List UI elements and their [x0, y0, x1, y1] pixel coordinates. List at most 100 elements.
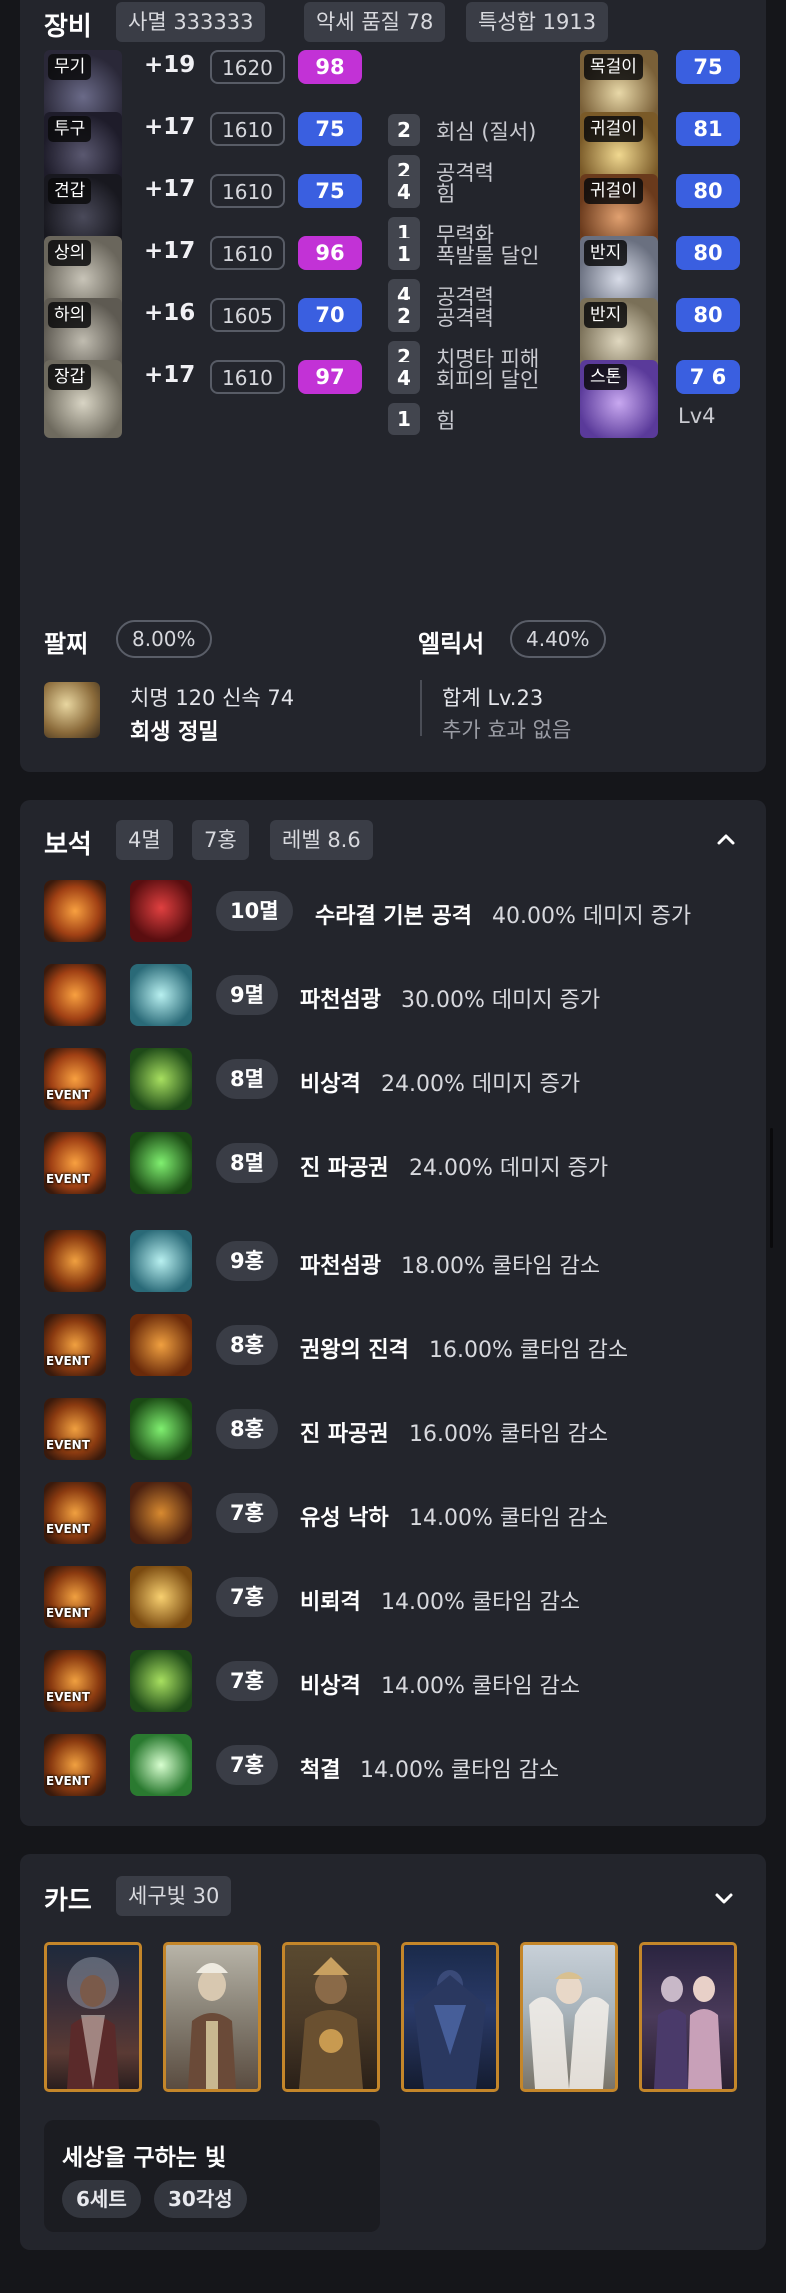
- gem-level: 7홍: [216, 1745, 278, 1785]
- summary-chip: 악세 품질 78: [304, 2, 446, 42]
- chevron-up-icon[interactable]: [708, 822, 744, 858]
- card-image[interactable]: [282, 1942, 380, 2092]
- gem-icon[interactable]: EVENT: [44, 1482, 106, 1544]
- bracelet-title: 팔찌: [44, 630, 89, 658]
- event-label: EVENT: [46, 1354, 90, 1368]
- gem-icon[interactable]: EVENT: [44, 1734, 106, 1796]
- gem-summary-chip: 7홍: [192, 820, 249, 860]
- effect-name: 힘: [436, 182, 456, 206]
- card-image[interactable]: [401, 1942, 499, 2092]
- gem-skill-name: 파천섬광: [300, 988, 381, 1013]
- gem-summary-chip: 레벨 8.6: [270, 820, 373, 860]
- item-level: 1610: [210, 236, 285, 270]
- effect-name: 힘: [436, 409, 456, 433]
- gem-icon[interactable]: [44, 964, 106, 1026]
- quality-badge: 80: [676, 236, 740, 270]
- skill-icon[interactable]: [130, 1566, 192, 1628]
- skill-icon[interactable]: [130, 1048, 192, 1110]
- gem-icon[interactable]: EVENT: [44, 1048, 106, 1110]
- summary-chip: 사멸 333333: [116, 2, 266, 42]
- gem-icon[interactable]: EVENT: [44, 1398, 106, 1460]
- event-label: EVENT: [46, 1690, 90, 1704]
- quality-badge: 98: [298, 50, 362, 84]
- gem-icon[interactable]: EVENT: [44, 1314, 106, 1376]
- chevron-down-icon[interactable]: [706, 1880, 742, 1916]
- accessory-icon[interactable]: 스톤: [580, 360, 658, 438]
- divider: [420, 680, 422, 736]
- cards-title: 카드: [44, 1886, 92, 1916]
- skill-icon[interactable]: [130, 1482, 192, 1544]
- honing-level: +19: [144, 52, 196, 78]
- skill-icon[interactable]: [130, 1734, 192, 1796]
- quality-badge: 75: [676, 50, 740, 84]
- skill-icon[interactable]: [130, 1132, 192, 1194]
- card-image[interactable]: [520, 1942, 618, 2092]
- gem-effect: 40.00% 데미지 증가: [492, 904, 692, 929]
- card-set-name: 세상을 구하는 빛: [62, 2145, 227, 2171]
- scrollbar[interactable]: [770, 1128, 773, 1248]
- honing-level: +17: [144, 238, 196, 264]
- gem-icon[interactable]: EVENT: [44, 1132, 106, 1194]
- gem-skill-name: 진 파공권: [300, 1422, 389, 1447]
- card-image[interactable]: [163, 1942, 261, 2092]
- honing-level: +17: [144, 176, 196, 202]
- summary-chip: 특성합 1913: [466, 2, 609, 42]
- gem-level: 7홍: [216, 1661, 278, 1701]
- gem-icon[interactable]: [44, 1230, 106, 1292]
- quality-badge: 80: [676, 298, 740, 332]
- card-set-box: 세상을 구하는 빛 6세트 30각성: [44, 2120, 380, 2232]
- honing-level: +17: [144, 114, 196, 140]
- gem-icon[interactable]: EVENT: [44, 1650, 106, 1712]
- gems-panel: 보석 4멸 7홍 레벨 8.6 10멸 수라결 기본 공격 40.00% 데미지 증…: [20, 800, 766, 1826]
- item-level: 1610: [210, 174, 285, 208]
- gem-effect: 24.00% 데미지 증가: [381, 1072, 581, 1097]
- cards-panel: 카드 세구빛 30 세상을 구하는 빛 6세트 30각성: [20, 1854, 766, 2250]
- gem-skill-name: 비뢰격: [300, 1590, 361, 1615]
- gem-level: 7홍: [216, 1577, 278, 1617]
- skill-icon[interactable]: [130, 1230, 192, 1292]
- effect-name: 회심 (질서): [436, 120, 537, 144]
- skill-icon[interactable]: [130, 1650, 192, 1712]
- gem-icon[interactable]: [44, 880, 106, 942]
- bracelet-stats: 치명 120 신속 74: [130, 686, 295, 710]
- gem-effect: 16.00% 쿨타임 감소: [429, 1338, 629, 1363]
- item-level: 1610: [210, 112, 285, 146]
- gem-level: 9홍: [216, 1241, 278, 1281]
- elixir-title: 엘릭서: [418, 630, 485, 658]
- gem-skill-name: 수라결 기본 공격: [315, 904, 472, 929]
- bracelet-icon[interactable]: [44, 682, 100, 738]
- accessory-slot-label: 귀걸이: [584, 116, 643, 142]
- event-label: EVENT: [46, 1774, 90, 1788]
- skill-icon[interactable]: [130, 1314, 192, 1376]
- gem-level: 8멸: [216, 1059, 278, 1099]
- gem-level: 9멸: [216, 975, 278, 1015]
- gem-effect: 30.00% 데미지 증가: [401, 988, 601, 1013]
- gem-effect: 14.00% 쿨타임 감소: [381, 1590, 581, 1615]
- gem-skill-name: 유성 낙하: [300, 1506, 389, 1531]
- gem-level: 10멸: [216, 891, 293, 931]
- gems-title: 보석: [44, 830, 92, 860]
- skill-icon[interactable]: [130, 964, 192, 1026]
- gem-effect: 18.00% 쿨타임 감소: [401, 1254, 601, 1279]
- accessory-slot-label: 귀걸이: [584, 178, 643, 204]
- equipment-panel: 장비 사멸 333333 악세 품질 78 특성합 1913 무기 +19 1620…: [20, 0, 766, 772]
- card-set-tag: 6세트: [62, 2180, 141, 2218]
- gem-summary-chip: 4멸: [116, 820, 173, 860]
- accessory-slot-label: 목걸이: [584, 54, 643, 80]
- effect-name: 공격력: [436, 306, 494, 330]
- skill-icon[interactable]: [130, 1398, 192, 1460]
- gem-skill-name: 비상격: [300, 1072, 361, 1097]
- elixir-extra: 추가 효과 없음: [442, 718, 572, 742]
- gem-effect: 24.00% 데미지 증가: [409, 1156, 609, 1181]
- gem-icon[interactable]: EVENT: [44, 1566, 106, 1628]
- item-level: 1620: [210, 50, 285, 84]
- skill-icon[interactable]: [130, 880, 192, 942]
- gem-effect: 14.00% 쿨타임 감소: [409, 1506, 609, 1531]
- quality-badge: 81: [676, 112, 740, 146]
- accessory-slot-label: 스톤: [584, 364, 628, 390]
- card-image[interactable]: [639, 1942, 737, 2092]
- effect-name: 폭발물 달인: [436, 244, 540, 268]
- gem-skill-name: 파천섬광: [300, 1254, 381, 1279]
- gear-icon[interactable]: 장갑: [44, 360, 122, 438]
- card-image[interactable]: [44, 1942, 142, 2092]
